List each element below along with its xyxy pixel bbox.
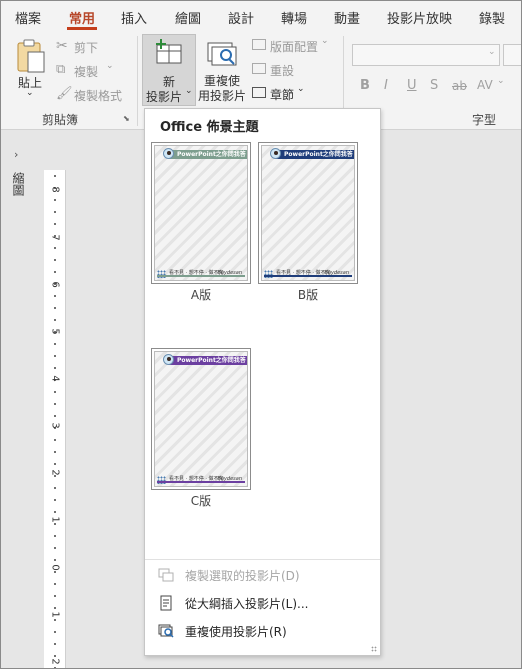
layout-thumbnail: PowerPoint之你問我答 看不見 · 想不停 · 做不完 Boydesan <box>151 348 251 490</box>
clipboard-group-label: 剪貼簿 <box>42 113 79 127</box>
ruler-number: 3 <box>49 422 61 429</box>
tab-home[interactable]: 常用 <box>69 8 95 27</box>
thumbnail-footer: 看不見 · 想不停 · 做不完 Boydesan <box>157 270 245 278</box>
copy-dropdown-chevron-icon[interactable]: ⌄ <box>106 61 114 71</box>
italic-button[interactable]: I <box>384 78 388 93</box>
resize-grip-icon[interactable] <box>371 646 377 652</box>
avatar-icon <box>163 354 174 365</box>
section-icon <box>252 87 266 98</box>
ruler-number: 7 <box>49 234 61 241</box>
tab-transitions[interactable]: 轉場 <box>281 8 307 27</box>
underline-button[interactable]: U <box>407 78 417 93</box>
character-spacing-button[interactable]: AV <box>477 78 493 92</box>
new-slide-label-line2: 投影片 <box>146 90 183 104</box>
menu-item-label: 重複使用投影片(R) <box>185 625 287 639</box>
expand-thumbnails-chevron-icon[interactable]: › <box>14 148 18 161</box>
avatar-icon <box>163 148 174 159</box>
menu-divider <box>145 559 380 560</box>
reuse-slides-icon <box>207 42 237 66</box>
tab-animations[interactable]: 動畫 <box>334 8 360 27</box>
layout-name: C版 <box>190 494 212 508</box>
layout-option-b[interactable]: PowerPoint之你問我答 看不見 · 想不停 · 做不完 Boydesan… <box>258 142 360 302</box>
font-name-dropdown[interactable] <box>352 44 500 66</box>
thumbnails-label[interactable]: 縮圖 <box>11 172 27 196</box>
tab-file[interactable]: 檔案 <box>15 8 41 27</box>
new-slide-layout-menu: Office 佈景主題 PowerPoint之你問我答 看不見 · 想不停 · … <box>144 108 381 656</box>
thumbnail-pane-collapsed <box>0 131 42 669</box>
clipboard-launcher-icon[interactable]: ⬊ <box>123 114 130 123</box>
section-chevron-icon[interactable]: ⌄ <box>297 84 305 94</box>
layout-name: A版 <box>190 288 212 302</box>
menu-title: Office 佈景主題 <box>160 120 259 135</box>
format-painter-button[interactable]: 複製格式 <box>74 87 122 104</box>
reuse-slides-menu-item[interactable]: 重複使用投影片(R) <box>145 618 380 644</box>
layout-icon <box>252 39 266 50</box>
paste-button[interactable]: 貼上 ⌄ <box>10 36 50 100</box>
slides-from-outline-menu-item[interactable]: 從大綱插入投影片(L)... <box>145 590 380 616</box>
new-slide-chevron-icon: ⌄ <box>185 86 193 96</box>
new-slide-button[interactable]: 新 投影片 ⌄ <box>142 34 196 106</box>
outline-document-icon <box>160 595 172 611</box>
shadow-button[interactable]: S <box>430 78 438 93</box>
ruler-number: 8 <box>49 186 61 193</box>
ruler-ticks <box>54 170 56 669</box>
ruler-number: 6 <box>49 281 61 288</box>
layout-button[interactable]: 版面配置 <box>270 38 318 55</box>
layout-thumbnail: PowerPoint之你問我答 看不見 · 想不停 · 做不完 Boydesan <box>258 142 358 284</box>
ruler-number: 1 <box>49 611 61 618</box>
tab-insert[interactable]: 插入 <box>121 8 147 27</box>
reuse-slides-label-line2: 用投影片 <box>198 89 247 103</box>
tab-slideshow[interactable]: 投影片放映 <box>387 8 452 27</box>
ruler-number: 2 <box>49 469 61 476</box>
layout-name: B版 <box>297 288 319 302</box>
copy-button[interactable]: 複製 <box>74 63 98 80</box>
avatar-icon <box>270 148 281 159</box>
thumbnail-footer: 看不見 · 想不停 · 做不完 Boydesan <box>264 270 352 278</box>
menu-item-label: 複製選取的投影片(D) <box>185 569 300 583</box>
bold-button[interactable]: B <box>360 78 370 93</box>
group-separator <box>137 36 138 126</box>
menu-item-label: 從大綱插入投影片(L)... <box>185 597 309 611</box>
ruler-number: 1 <box>49 516 61 523</box>
section-button[interactable]: 章節 <box>270 86 294 103</box>
tab-design[interactable]: 設計 <box>228 8 254 27</box>
reset-icon <box>252 63 266 74</box>
duplicate-slides-icon <box>158 568 174 582</box>
font-group-label: 字型 <box>472 113 497 127</box>
format-painter-icon: 🖌 <box>56 86 73 101</box>
character-spacing-chevron-icon[interactable]: ⌄ <box>497 76 505 86</box>
ruler-number: 2 <box>49 658 61 665</box>
paste-icon <box>17 39 45 73</box>
reuse-slides-icon <box>158 624 174 638</box>
new-slide-icon <box>156 39 182 64</box>
cut-button[interactable]: 剪下 <box>74 39 98 56</box>
reuse-slides-button[interactable]: 重複使 用投影片 <box>198 36 246 104</box>
thumbnail-header: PowerPoint之你問我答 <box>167 150 247 159</box>
layout-option-c[interactable]: PowerPoint之你問我答 看不見 · 想不停 · 做不完 Boydesan… <box>151 348 253 508</box>
layout-thumbnail: PowerPoint之你問我答 看不見 · 想不停 · 做不完 Boydesan <box>151 142 251 284</box>
tab-record[interactable]: 錄製 <box>479 8 505 27</box>
cut-icon: ✂ <box>56 38 68 54</box>
ruler-number: 4 <box>49 375 61 382</box>
reset-button[interactable]: 重設 <box>270 62 294 79</box>
strikethrough-button[interactable]: ab <box>452 79 467 93</box>
thumbnail-header: PowerPoint之你問我答 <box>274 150 354 159</box>
layout-chevron-icon[interactable]: ⌄ <box>321 36 329 46</box>
tab-draw[interactable]: 繪圖 <box>175 8 201 27</box>
copy-icon: ⧉ <box>56 62 66 77</box>
thumbnail-footer: 看不見 · 想不停 · 做不完 Boydesan <box>157 476 245 484</box>
thumbnail-header: PowerPoint之你問我答 <box>167 356 247 365</box>
ribbon-tabs: 檔案 常用 插入 繪圖 設計 轉場 動畫 投影片放映 錄製 <box>0 0 522 32</box>
ruler-number: 5 <box>49 328 61 335</box>
active-tab-indicator <box>67 27 97 30</box>
paste-dropdown-chevron-icon: ⌄ <box>26 88 34 98</box>
font-name-chevron-icon[interactable]: ⌄ <box>488 47 496 57</box>
font-size-dropdown[interactable] <box>503 44 522 66</box>
duplicate-slides-menu-item[interactable]: 複製選取的投影片(D) <box>145 562 380 588</box>
layout-option-a[interactable]: PowerPoint之你問我答 看不見 · 想不停 · 做不完 Boydesan… <box>151 142 253 302</box>
vertical-ruler: 8 7 6 5 4 3 2 1 0 1 2 <box>44 170 66 669</box>
ruler-number: 0 <box>49 564 61 571</box>
